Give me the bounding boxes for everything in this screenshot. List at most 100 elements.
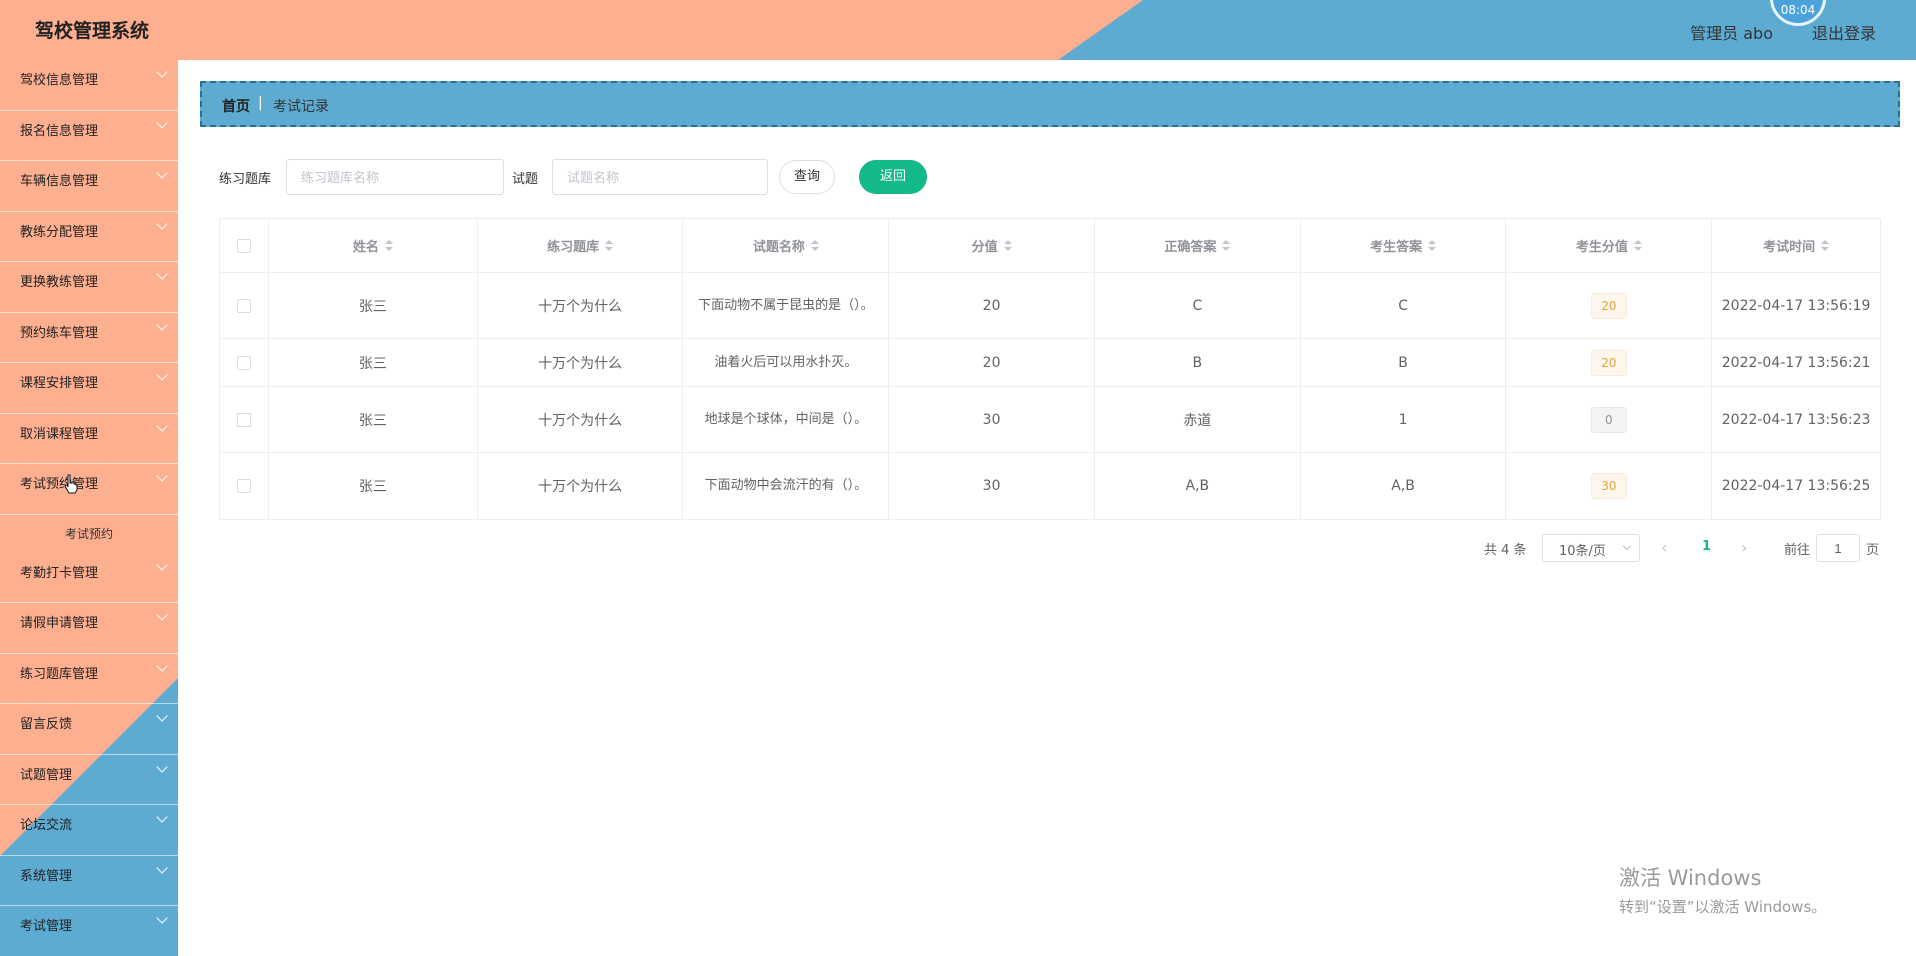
table-row[interactable]: 张三 十万个为什么 下面动物中会流汗的有（）。 30 A,B A,B 30 20…	[220, 453, 1880, 519]
sidebar-item-school-info[interactable]: 驾校信息管理	[0, 60, 178, 111]
sidebar-item-label: 留言反馈	[20, 717, 73, 732]
sidebar-item-coach-change[interactable]: 更换教练管理	[0, 262, 178, 313]
hand-pointer-icon	[64, 474, 78, 494]
breadcrumb-separator: |	[258, 95, 263, 111]
cell-question: 油着火后可以用水扑灭。	[683, 339, 890, 386]
sort-icon[interactable]	[384, 239, 393, 252]
sidebar-item-label: 驾校信息管理	[20, 73, 99, 88]
sidebar-item-label: 考试预约管理	[20, 477, 99, 492]
sidebar-item-exam-booking[interactable]: 考试预约管理	[0, 464, 178, 515]
column-header-label: 试题名称	[752, 240, 805, 255]
column-header[interactable]: 分值	[889, 219, 1095, 272]
sidebar-item-course-schedule[interactable]: 课程安排管理	[0, 363, 178, 414]
cell-score: 30	[889, 387, 1095, 452]
chevron-down-icon	[156, 861, 168, 874]
sidebar-menu: 驾校信息管理 报名信息管理 车辆信息管理 教练分配管理 更换教练管理 预约练车管…	[0, 60, 178, 956]
column-header[interactable]: 考生答案	[1301, 219, 1507, 272]
cell-student-score: 0	[1506, 387, 1713, 452]
cell-question: 下面动物不属于昆虫的是（）。	[683, 273, 890, 338]
sort-icon[interactable]	[1003, 239, 1012, 252]
sidebar-item-label: 课程安排管理	[20, 376, 99, 391]
sidebar-item-system[interactable]: 系统管理	[0, 856, 178, 906]
prev-page-icon[interactable]: ‹	[1661, 538, 1667, 557]
chevron-down-icon	[156, 760, 168, 773]
cell-student-score: 20	[1506, 339, 1713, 386]
chevron-down-icon	[156, 419, 168, 432]
select-all-checkbox[interactable]	[236, 238, 251, 253]
sidebar-item-registration[interactable]: 报名信息管理	[0, 111, 178, 161]
sidebar-item-vehicle[interactable]: 车辆信息管理	[0, 161, 178, 212]
cell-correct-answer: C	[1095, 273, 1301, 338]
cell-bank: 十万个为什么	[478, 339, 684, 386]
sort-icon[interactable]	[1633, 239, 1642, 252]
sidebar-item-forum[interactable]: 论坛交流	[0, 805, 178, 856]
column-header[interactable]: 姓名	[269, 219, 478, 272]
table-row[interactable]: 张三 十万个为什么 地球是个球体，中间是（）。 30 赤道 1 0 2022-0…	[220, 387, 1880, 453]
column-header-label: 分值	[971, 240, 998, 255]
column-header[interactable]: 考生分值	[1506, 219, 1713, 272]
sidebar-item-label: 系统管理	[20, 868, 73, 884]
query-button[interactable]: 查询	[779, 160, 835, 194]
sidebar-item-label: 预约练车管理	[20, 325, 99, 341]
sidebar-item-exam[interactable]: 考试管理	[0, 906, 178, 956]
header-checkbox-cell	[220, 219, 269, 272]
bank-search-input[interactable]	[286, 159, 504, 195]
column-header[interactable]: 考试时间	[1712, 219, 1880, 272]
row-checkbox[interactable]	[236, 355, 251, 370]
row-checkbox[interactable]	[236, 412, 251, 427]
sidebar: 驾校信息管理 报名信息管理 车辆信息管理 教练分配管理 更换教练管理 预约练车管…	[0, 60, 178, 956]
sort-icon[interactable]	[1222, 239, 1231, 252]
column-header-label: 考生分值	[1575, 240, 1628, 255]
top-header: 驾校管理系统 08:04 管理员 abo 退出登录	[0, 0, 1916, 60]
chevron-down-icon	[156, 318, 168, 331]
sidebar-item-course-cancel[interactable]: 取消课程管理	[0, 414, 178, 464]
sidebar-item-question-bank[interactable]: 练习题库管理	[0, 654, 178, 704]
table-row[interactable]: 张三 十万个为什么 油着火后可以用水扑灭。 20 B B 20 2022-04-…	[220, 339, 1880, 387]
column-header-label: 练习题库	[547, 240, 600, 255]
column-header[interactable]: 试题名称	[683, 219, 890, 272]
sidebar-item-attendance[interactable]: 考勤打卡管理	[0, 553, 178, 603]
row-checkbox[interactable]	[236, 298, 251, 313]
current-user: 管理员 abo	[1690, 24, 1773, 43]
next-page-icon[interactable]: ›	[1741, 538, 1747, 557]
page-number-current[interactable]: 1	[1702, 539, 1711, 554]
sidebar-item-practice-booking[interactable]: 预约练车管理	[0, 313, 178, 363]
sidebar-item-feedback[interactable]: 留言反馈	[0, 704, 178, 755]
column-header[interactable]: 正确答案	[1095, 219, 1301, 272]
sidebar-item-label: 报名信息管理	[20, 123, 99, 139]
column-header-label: 姓名	[352, 240, 379, 255]
sort-icon[interactable]	[605, 239, 614, 252]
sort-icon[interactable]	[1428, 239, 1437, 252]
total-count: 共 4 条	[1484, 543, 1527, 558]
cell-score: 20	[889, 273, 1095, 338]
page-size-value: 10条/页	[1559, 544, 1606, 559]
sidebar-item-coach-assign[interactable]: 教练分配管理	[0, 212, 178, 262]
table-row[interactable]: 张三 十万个为什么 下面动物不属于昆虫的是（）。 20 C C 20 2022-…	[220, 273, 1880, 339]
sidebar-item-label: 教练分配管理	[20, 224, 99, 240]
bank-label: 练习题库	[219, 172, 272, 187]
question-label: 试题	[512, 172, 539, 187]
sidebar-item-label: 试题管理	[20, 767, 73, 783]
logout-button[interactable]: 退出登录	[1812, 20, 1876, 44]
cell-question: 地球是个球体，中间是（）。	[683, 387, 890, 452]
column-header[interactable]: 练习题库	[478, 219, 684, 272]
page-size-select[interactable]: 10条/页	[1542, 534, 1640, 562]
row-checkbox-cell	[220, 453, 269, 519]
breadcrumb-home[interactable]: 首页	[222, 96, 250, 116]
column-header-label: 考生答案	[1370, 240, 1423, 255]
sidebar-item-questions[interactable]: 试题管理	[0, 755, 178, 805]
sort-icon[interactable]	[810, 239, 819, 252]
submenu-item-exam-booking[interactable]: 考试预约	[0, 515, 178, 553]
cell-score: 30	[889, 453, 1095, 519]
cell-name: 张三	[269, 339, 478, 386]
sidebar-item-label: 更换教练管理	[20, 275, 99, 290]
back-button[interactable]: 返回	[859, 160, 927, 194]
sidebar-item-leave[interactable]: 请假申请管理	[0, 603, 178, 654]
chevron-down-icon	[156, 912, 168, 924]
cell-name: 张三	[269, 273, 478, 338]
sort-icon[interactable]	[1821, 239, 1830, 252]
goto-page-input[interactable]	[1816, 534, 1860, 562]
question-search-input[interactable]	[552, 159, 768, 195]
cell-bank: 十万个为什么	[478, 453, 684, 519]
row-checkbox[interactable]	[236, 479, 251, 493]
